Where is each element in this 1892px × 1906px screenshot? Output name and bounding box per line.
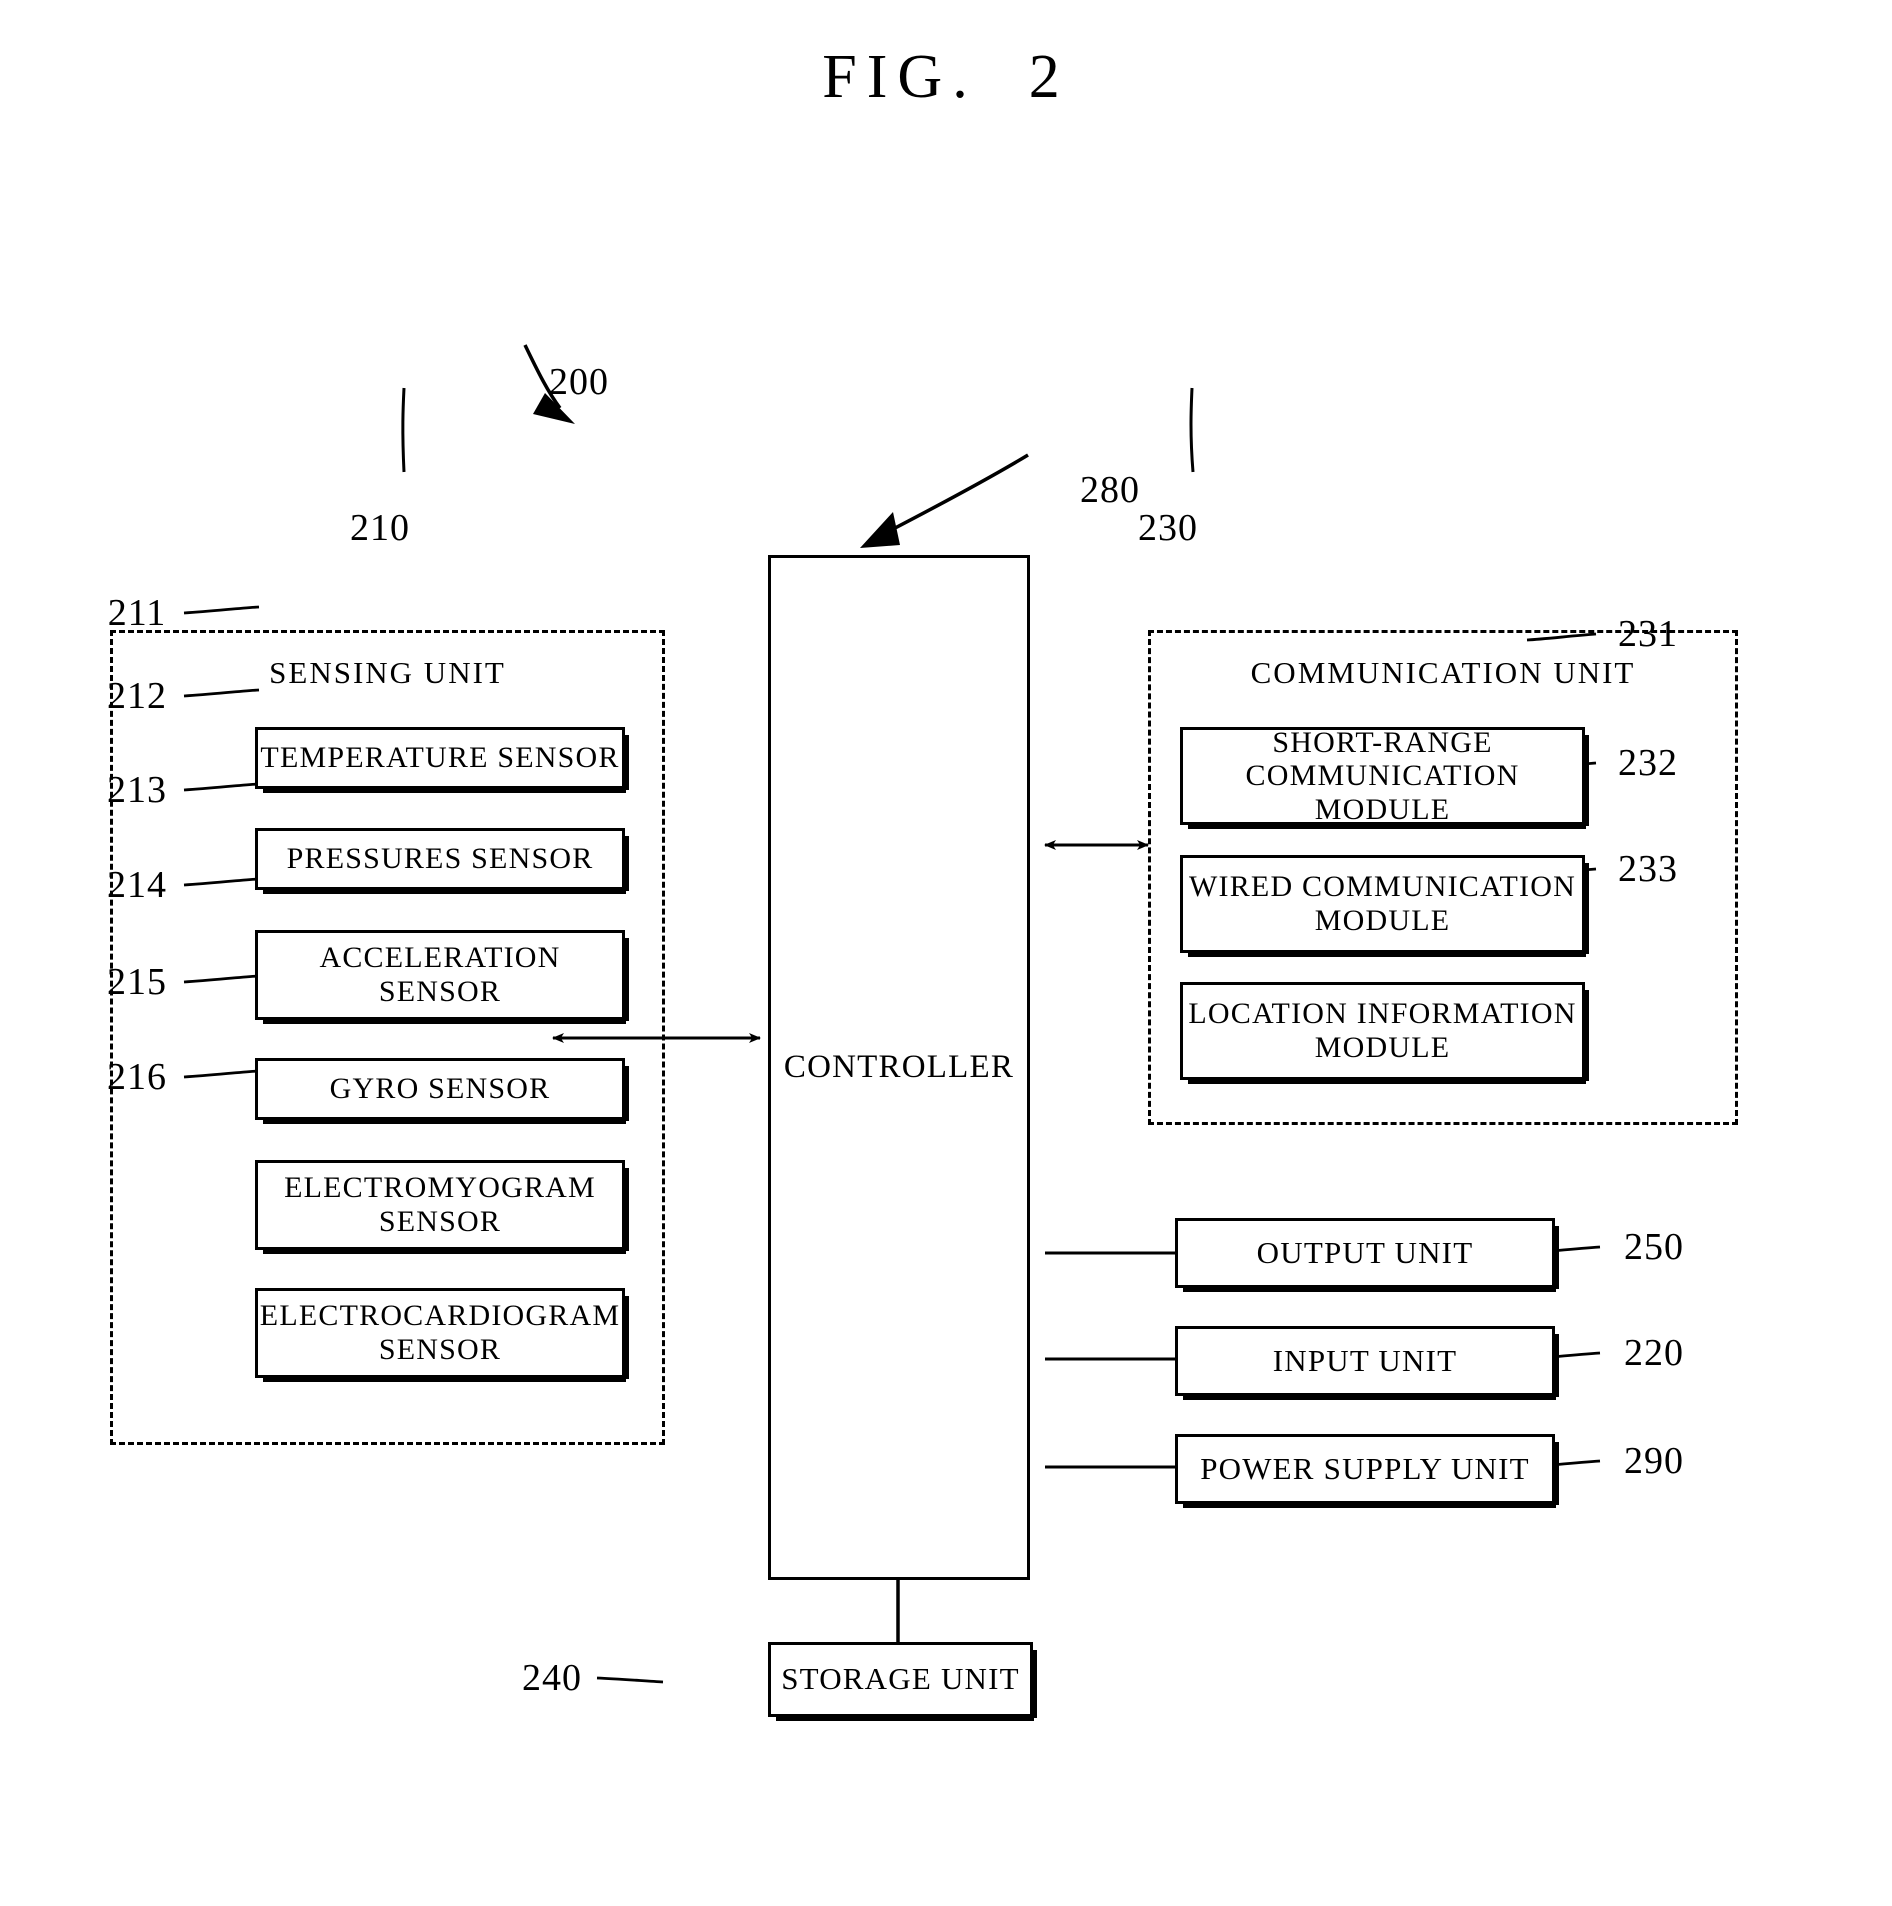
temperature-sensor-box[interactable]: TEMPERATURE SENSOR xyxy=(255,727,629,793)
electrocardiogram-sensor-box[interactable]: ELECTROCARDIOGRAM SENSOR xyxy=(255,1288,629,1382)
ref-280-bus: 280 xyxy=(1080,469,1140,511)
storage-unit-label: STORAGE UNIT xyxy=(781,1661,1020,1697)
electromyogram-sensor-box[interactable]: ELECTROMYOGRAM SENSOR xyxy=(255,1160,629,1254)
location-information-module-label: LOCATION INFORMATION MODULE xyxy=(1188,997,1577,1064)
storage-unit-box[interactable]: STORAGE UNIT xyxy=(768,1642,1037,1721)
ref-210-sensing-unit: 210 xyxy=(350,507,410,549)
wired-communication-module-label: WIRED COMMUNICATION MODULE xyxy=(1189,870,1576,937)
controller-box[interactable]: CONTROLLER xyxy=(768,555,1030,1580)
ref-240: 240 xyxy=(522,1657,582,1699)
communication-unit-title: COMMUNICATION UNIT xyxy=(1250,655,1636,690)
ref-211: 211 xyxy=(107,592,167,634)
controller-label: CONTROLLER xyxy=(783,1049,1015,1086)
sensing-unit-title: SENSING UNIT xyxy=(269,655,506,690)
acceleration-sensor-box[interactable]: ACCELERATION SENSOR xyxy=(255,930,629,1024)
short-range-communication-module-box[interactable]: SHORT-RANGE COMMUNICATION MODULE xyxy=(1180,725,1589,829)
input-unit-label: INPUT UNIT xyxy=(1272,1342,1458,1378)
power-supply-unit-box[interactable]: POWER SUPPLY UNIT xyxy=(1175,1434,1559,1508)
pressures-sensor-label: PRESSURES SENSOR xyxy=(286,842,594,876)
temperature-sensor-label: TEMPERATURE SENSOR xyxy=(260,741,620,775)
electrocardiogram-sensor-label: ELECTROCARDIOGRAM SENSOR xyxy=(259,1299,621,1366)
power-supply-unit-label: POWER SUPPLY UNIT xyxy=(1200,1450,1530,1486)
electromyogram-sensor-label: ELECTROMYOGRAM SENSOR xyxy=(284,1171,596,1238)
acceleration-sensor-label: ACCELERATION SENSOR xyxy=(319,941,561,1008)
gyro-sensor-label: GYRO SENSOR xyxy=(329,1072,551,1106)
input-unit-box[interactable]: INPUT UNIT xyxy=(1175,1326,1559,1400)
patent-figure-sheet: FIG. 2 200 210 230 280 211 212 213 214 2… xyxy=(0,0,1892,1906)
pressures-sensor-box[interactable]: PRESSURES SENSOR xyxy=(255,828,629,894)
output-unit-box[interactable]: OUTPUT UNIT xyxy=(1175,1218,1559,1292)
ref-220: 220 xyxy=(1624,1332,1684,1374)
output-unit-label: OUTPUT UNIT xyxy=(1256,1234,1474,1270)
location-information-module-box[interactable]: LOCATION INFORMATION MODULE xyxy=(1180,982,1589,1084)
wired-communication-module-box[interactable]: WIRED COMMUNICATION MODULE xyxy=(1180,855,1589,957)
short-range-communication-module-label: SHORT-RANGE COMMUNICATION MODULE xyxy=(1245,725,1520,826)
ref-250: 250 xyxy=(1624,1226,1684,1268)
gyro-sensor-box[interactable]: GYRO SENSOR xyxy=(255,1058,629,1124)
ref-200-system: 200 xyxy=(549,361,609,403)
ref-290: 290 xyxy=(1624,1440,1684,1482)
ref-230-communication-unit: 230 xyxy=(1138,507,1198,549)
figure-title: FIG. 2 xyxy=(822,43,1070,111)
